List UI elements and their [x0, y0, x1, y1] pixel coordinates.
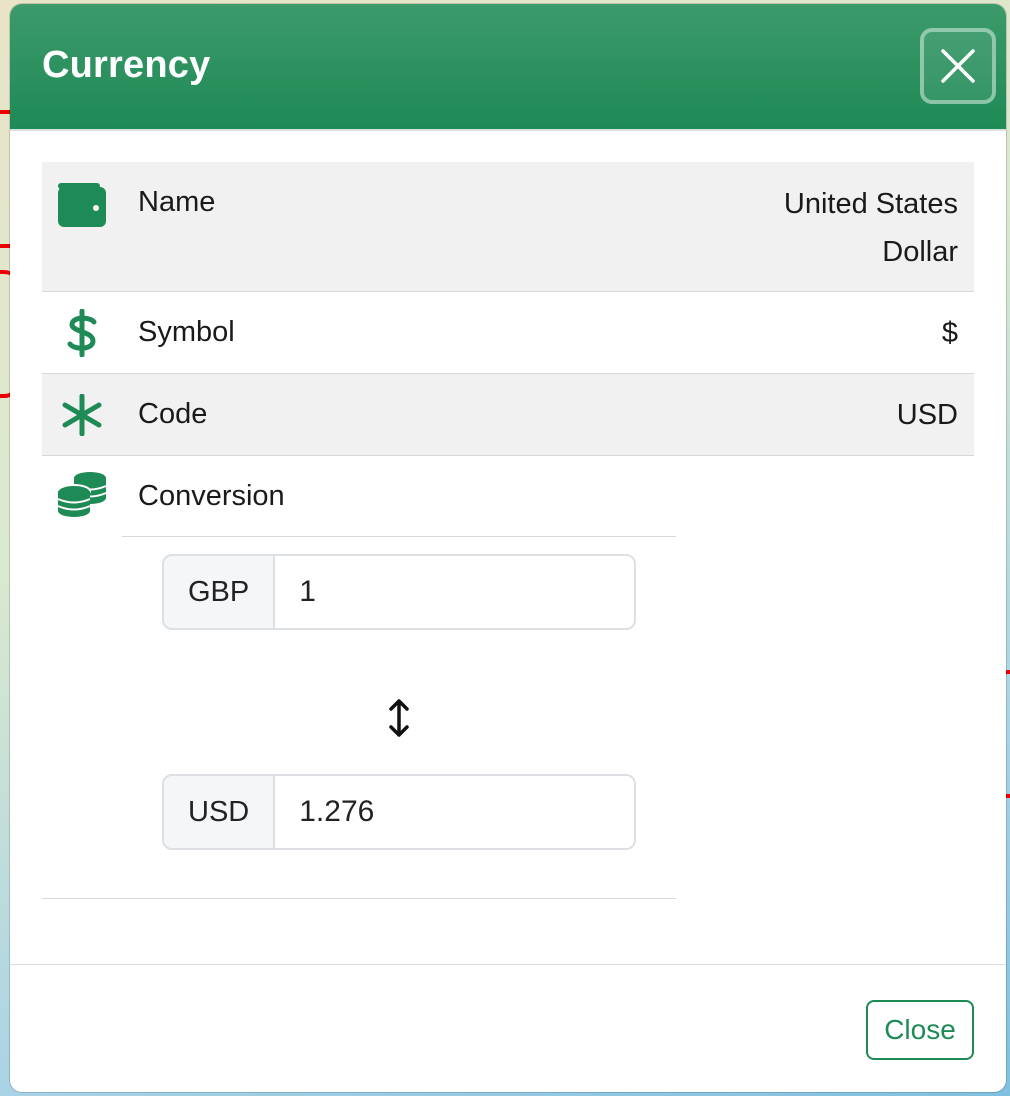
swap-arrows-icon[interactable]: [384, 698, 414, 738]
close-icon: [941, 49, 975, 83]
to-currency-input-group: USD: [162, 774, 636, 850]
modal-footer-divider: [10, 964, 1006, 965]
name-label: Name: [138, 186, 216, 218]
name-value: United States Dollar: [698, 180, 958, 276]
to-amount-input[interactable]: [275, 776, 634, 848]
coins-icon: [56, 468, 108, 520]
from-currency-input-group: GBP: [162, 554, 636, 630]
table-row-name: Name United States Dollar: [42, 162, 974, 292]
from-amount-input[interactable]: [275, 556, 634, 628]
code-label: Code: [138, 398, 208, 430]
asterisk-icon: [56, 389, 108, 441]
divider: [42, 898, 676, 899]
code-value: USD: [896, 399, 958, 431]
symbol-label: Symbol: [138, 316, 235, 348]
wallet-icon: [56, 180, 108, 232]
modal-title: Currency: [42, 44, 211, 86]
modal-header: Currency: [10, 4, 1006, 131]
name-value-line2: Dollar: [882, 236, 958, 268]
conversion-label: Conversion: [138, 480, 285, 512]
dollar-sign-icon: [56, 307, 108, 359]
divider: [122, 536, 676, 537]
currency-modal: Currency Name United States Dollar Symbo…: [10, 4, 1006, 1092]
to-currency-code: USD: [164, 776, 276, 848]
name-value-line1: United States: [783, 188, 958, 220]
table-row-symbol: Symbol $: [42, 292, 974, 374]
close-icon-button[interactable]: [920, 28, 996, 104]
symbol-value: $: [941, 317, 958, 349]
table-row-code: Code USD: [42, 374, 974, 456]
from-currency-code: GBP: [164, 556, 276, 628]
close-button[interactable]: Close: [866, 1000, 974, 1060]
